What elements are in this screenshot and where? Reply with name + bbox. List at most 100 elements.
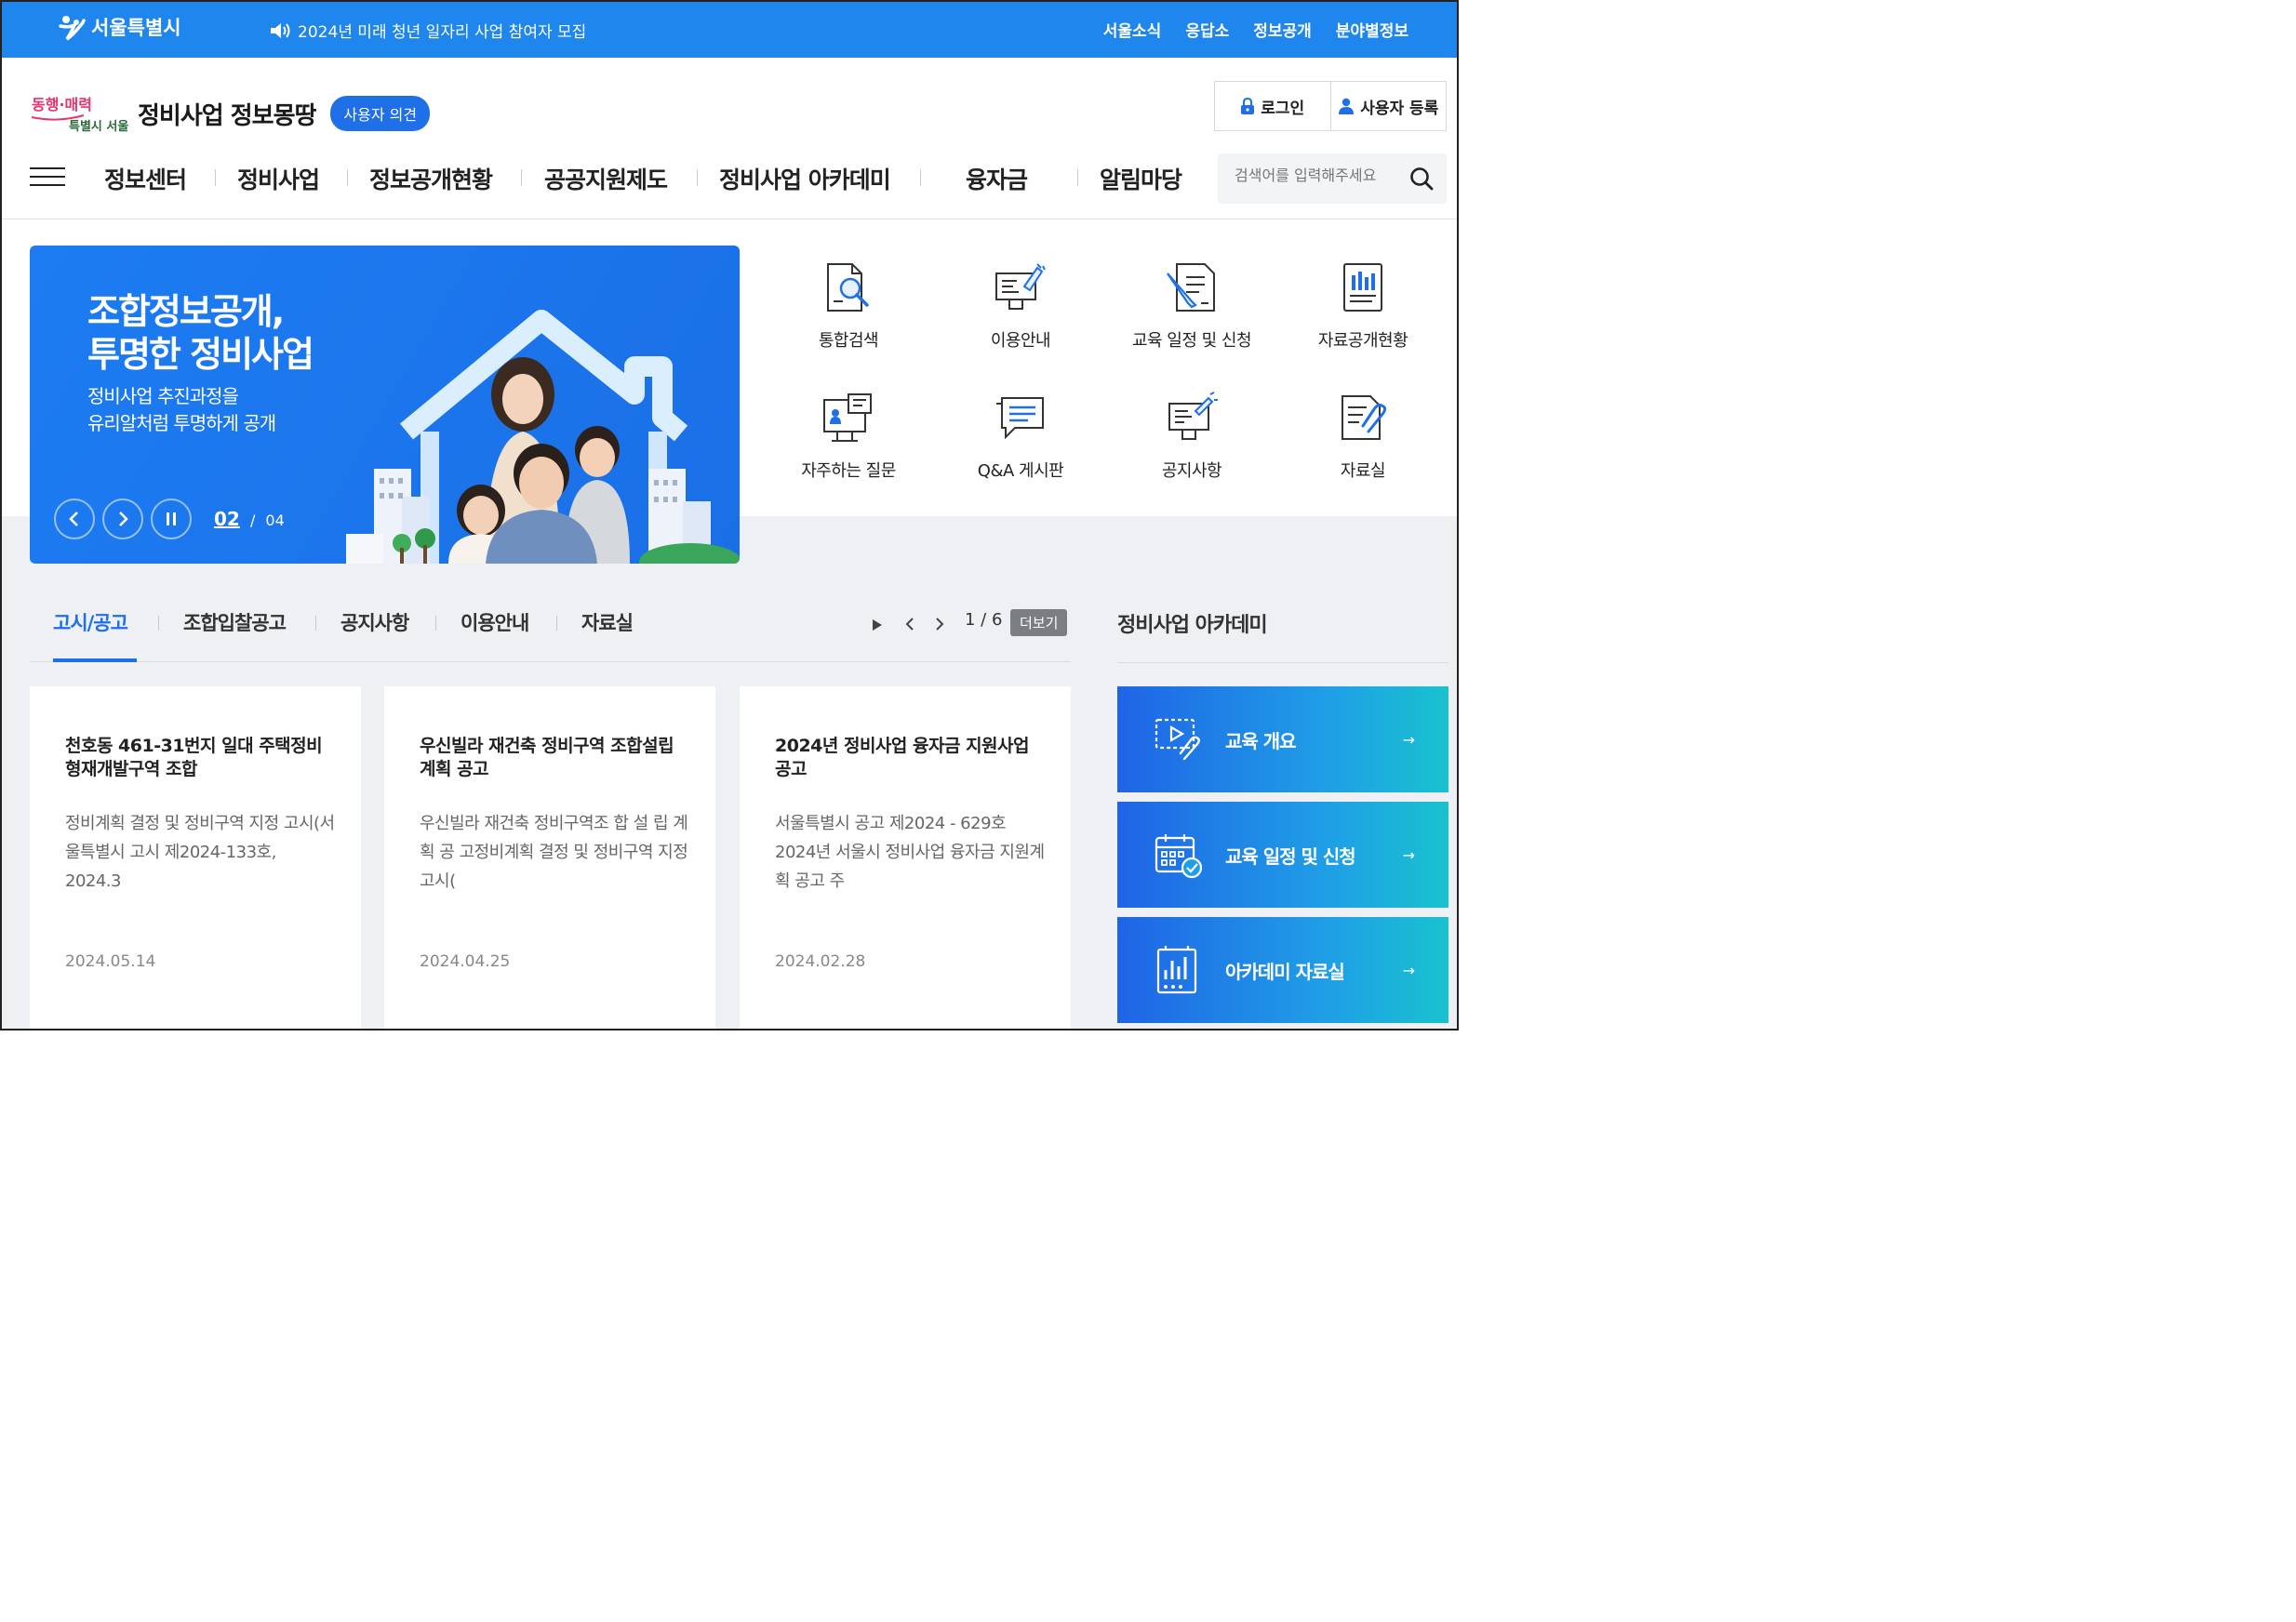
notice-card[interactable]: 우신빌라 재건축 정비구역 조합설립계획 공고 우신빌라 재건축 정비구역조 합… bbox=[384, 686, 715, 1029]
notice-card[interactable]: 천호동 461-31번지 일대 주택정비형재개발구역 조합 정비계획 결정 및 … bbox=[30, 686, 361, 1029]
browser-frame: 서울특별시 2024년 미래 청년 일자리 사업 참여자 모집 서울소식 응답소… bbox=[0, 0, 1459, 1030]
hero-subtitle: 정비사업 추진과정을 유리알처럼 투명하게 공개 bbox=[87, 383, 276, 437]
gnb-separator bbox=[920, 169, 921, 186]
gnb-separator bbox=[1077, 169, 1078, 186]
tab-usage-guide[interactable]: 이용안내 bbox=[461, 608, 529, 636]
tab-archive[interactable]: 자료실 bbox=[581, 608, 634, 636]
gnb-maintenance-project[interactable]: 정비사업 bbox=[237, 162, 320, 195]
top-notice-text: 2024년 미래 청년 일자리 사업 참여자 모집 bbox=[298, 23, 587, 42]
tab-notice-announcement[interactable]: 고시/공고 bbox=[53, 608, 128, 636]
hero-subtitle-line: 정비사업 추진과정을 bbox=[87, 385, 239, 407]
seoul-slogan-logo[interactable]: 동행·매력 특별시 서울 bbox=[30, 91, 132, 136]
search-input[interactable] bbox=[1235, 166, 1402, 184]
tab-separator bbox=[315, 616, 316, 631]
arrow-right-icon: → bbox=[1402, 961, 1415, 979]
user-opinion-button[interactable]: 사용자 의견 bbox=[330, 96, 431, 131]
chat-bubble-icon bbox=[996, 397, 1044, 440]
hero-total-pages: 04 bbox=[265, 512, 285, 529]
tab-separator bbox=[556, 616, 557, 631]
quick-archive[interactable]: 자료실 bbox=[1277, 391, 1448, 482]
search-icon[interactable] bbox=[1409, 166, 1434, 191]
top-link-response[interactable]: 응답소 bbox=[1185, 18, 1229, 41]
calendar-check-icon bbox=[1155, 834, 1203, 879]
svg-text:동행·매력: 동행·매력 bbox=[32, 96, 92, 113]
quick-disclosure-status[interactable]: 자료공개현황 bbox=[1277, 260, 1448, 352]
quick-integrated-search[interactable]: 통합검색 bbox=[763, 260, 934, 352]
more-button[interactable]: 더보기 bbox=[1010, 609, 1068, 636]
hero-current-page: 02 bbox=[214, 508, 240, 530]
lock-icon bbox=[1241, 98, 1255, 114]
board-page-indicator: 1 / 6 bbox=[965, 610, 1003, 630]
paperclip-document-icon bbox=[1342, 395, 1387, 440]
register-label: 사용자 등록 bbox=[1360, 99, 1439, 118]
hero-title-line: 조합정보공개, bbox=[87, 291, 285, 332]
monitor-guide-icon bbox=[995, 263, 1046, 310]
chevron-left-icon[interactable] bbox=[904, 617, 915, 632]
tab-union-bid[interactable]: 조합입찰공고 bbox=[183, 608, 287, 636]
gnb-separator bbox=[697, 169, 698, 186]
notice-card[interactable]: 2024년 정비사업 융자금 지원사업 공고 서울특별시 공고 제2024 - … bbox=[740, 686, 1071, 1029]
register-button[interactable]: 사용자 등록 bbox=[1329, 82, 1447, 130]
active-tab-indicator bbox=[53, 658, 137, 662]
top-link-seoul-news[interactable]: 서울소식 bbox=[1103, 18, 1162, 41]
faq-board-icon bbox=[823, 393, 872, 442]
gnb-separator bbox=[347, 169, 348, 186]
academy-divider bbox=[1117, 662, 1448, 663]
video-lesson-icon bbox=[1155, 718, 1200, 761]
quick-label: 자료실 bbox=[1340, 461, 1386, 481]
top-link-info-disclosure[interactable]: 정보공개 bbox=[1253, 18, 1312, 41]
hero-prev-button[interactable] bbox=[54, 499, 95, 539]
quick-label: Q&A 게시판 bbox=[977, 461, 1064, 481]
gnb-academy[interactable]: 정비사업 아카데미 bbox=[719, 162, 891, 195]
speaker-icon bbox=[271, 22, 290, 38]
quick-faq[interactable]: 자주하는 질문 bbox=[763, 391, 934, 482]
login-button[interactable]: 로그인 bbox=[1215, 82, 1330, 130]
academy-schedule-link[interactable]: 교육 일정 및 신청 → bbox=[1117, 802, 1448, 908]
play-icon[interactable] bbox=[871, 618, 884, 632]
hero-next-button[interactable] bbox=[102, 499, 143, 539]
quick-education-schedule[interactable]: 교육 일정 및 신청 bbox=[1106, 260, 1277, 352]
hero-pager: 02 / 04 bbox=[214, 508, 285, 530]
quick-label: 교육 일정 및 신청 bbox=[1131, 331, 1252, 351]
arrow-right-icon: → bbox=[1402, 730, 1415, 749]
hero-pause-button[interactable] bbox=[151, 499, 192, 539]
tab-notices[interactable]: 공지사항 bbox=[340, 608, 409, 636]
card-title: 우신빌라 재건축 정비구역 조합설립계획 공고 bbox=[420, 736, 674, 779]
hero-title-line: 투명한 정비사업 bbox=[87, 334, 314, 375]
gnb-loan[interactable]: 융자금 bbox=[966, 162, 1028, 195]
arrow-right-icon: → bbox=[1402, 845, 1415, 864]
site-title[interactable]: 정비사업 정보몽땅 bbox=[138, 97, 316, 131]
hamburger-menu-icon[interactable] bbox=[30, 167, 65, 188]
top-notice[interactable]: 2024년 미래 청년 일자리 사업 참여자 모집 bbox=[270, 19, 586, 42]
academy-archive-link[interactable]: 아카데미 자료실 → bbox=[1117, 917, 1448, 1023]
academy-item-label: 교육 일정 및 신청 bbox=[1225, 844, 1356, 868]
gnb-info-center[interactable]: 정보센터 bbox=[104, 162, 187, 195]
chevron-right-icon bbox=[119, 512, 128, 526]
announcement-icon bbox=[1168, 392, 1218, 440]
academy-item-label: 교육 개요 bbox=[1225, 729, 1297, 752]
global-navigation: 정보센터 정비사업 정보공개현황 공공지원제도 정비사업 아카데미 융자금 알림… bbox=[2, 151, 1457, 219]
card-date: 2024.04.25 bbox=[420, 952, 511, 971]
auth-box: 로그인 사용자 등록 bbox=[1214, 81, 1447, 131]
gnb-public-support[interactable]: 공공지원제도 bbox=[544, 162, 668, 195]
quick-usage-guide[interactable]: 이용안내 bbox=[935, 260, 1106, 352]
hero-banner[interactable]: 조합정보공개, 투명한 정비사업 정비사업 추진과정을 유리알처럼 투명하게 공… bbox=[30, 246, 740, 564]
top-link-field-info[interactable]: 분야별정보 bbox=[1336, 18, 1408, 41]
card-title: 천호동 461-31번지 일대 주택정비형재개발구역 조합 bbox=[65, 736, 323, 779]
gnb-notice-board[interactable]: 알림마당 bbox=[1100, 162, 1182, 195]
quick-label: 공지사항 bbox=[1161, 461, 1222, 481]
gnb-separator bbox=[215, 169, 216, 186]
seoul-city-logo[interactable]: 서울특별시 bbox=[58, 13, 181, 41]
chevron-left-icon bbox=[69, 512, 78, 526]
card-summary: 서울특별시 공고 제2024 - 629호 2024년 서울시 정비사업 융자금… bbox=[775, 814, 1045, 891]
top-bar: 서울특별시 2024년 미래 청년 일자리 사업 참여자 모집 서울소식 응답소… bbox=[2, 2, 1457, 58]
hero-page-separator: / bbox=[249, 512, 256, 529]
user-icon bbox=[1339, 98, 1355, 114]
academy-overview-link[interactable]: 교육 개요 → bbox=[1117, 686, 1448, 792]
chevron-right-icon[interactable] bbox=[934, 617, 945, 632]
quick-label: 이용안내 bbox=[990, 331, 1051, 351]
quick-qna-board[interactable]: Q&A 게시판 bbox=[935, 391, 1106, 482]
document-pen-icon bbox=[1167, 263, 1215, 312]
gnb-disclosure-status[interactable]: 정보공개현황 bbox=[369, 162, 493, 195]
quick-notice[interactable]: 공지사항 bbox=[1106, 391, 1277, 482]
